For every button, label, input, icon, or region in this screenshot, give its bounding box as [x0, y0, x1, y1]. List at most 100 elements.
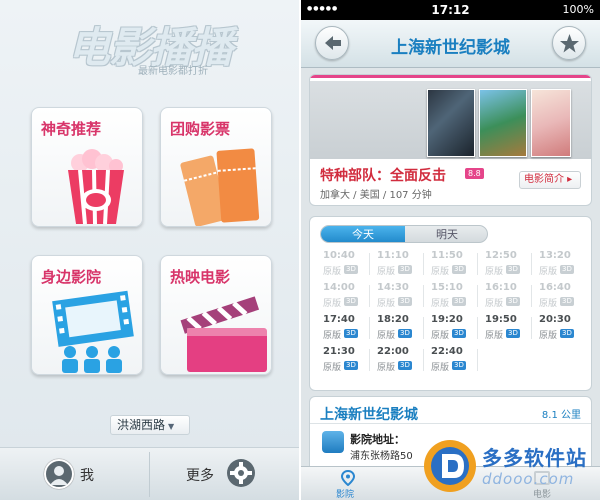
movie-card[interactable]: 特种部队：全面反击 8.8 加拿大 / 美国 / 107 分钟 电影简介 ▸ [309, 74, 592, 206]
showtime-slot: 11:10 原版 3D [370, 249, 424, 279]
showtime-slot[interactable]: 18:20 原版 3D [370, 313, 424, 343]
address-icon [322, 431, 344, 453]
cinema-name: 上海新世纪影城 [320, 407, 418, 423]
showtime-row: 17:40 原版 3D 18:20 原版 3D 19:20 原版 3D 19:50 原版 3D 20:3… [316, 313, 588, 343]
showtime-edition: 原版 [485, 267, 504, 277]
format-badge: 3D [506, 265, 520, 274]
screenshot-root: 电影播播 最新电影都打折 神奇推荐 团购影票 身边影院 热映电影 洪湖西路 ▼ … [0, 0, 600, 500]
showtime-edition: 原版 [377, 331, 396, 341]
showtime-slot: 15:10 原版 3D [424, 281, 478, 311]
movie-poster[interactable] [427, 89, 475, 157]
me-button-label[interactable]: 我 [80, 465, 94, 485]
showtime-slot: 10:40 原版 3D [316, 249, 370, 279]
bar-divider [149, 452, 150, 497]
tile-nearby-cinemas[interactable]: 身边影院 [31, 255, 143, 375]
showtime-edition: 原版 [485, 331, 504, 341]
star-icon [560, 34, 579, 53]
tab-today[interactable]: 今天 [321, 226, 405, 242]
showtime-time: 11:50 [431, 250, 463, 261]
tab-cinema[interactable]: 影院 [336, 487, 354, 500]
gear-icon[interactable] [226, 458, 256, 488]
showtime-slot: 13:20 原版 3D [532, 249, 586, 279]
movie-meta: 加拿大 / 美国 / 107 分钟 [320, 190, 432, 201]
showtime-edition: 原版 [377, 299, 396, 309]
showtime-slot: 12:50 原版 3D [478, 249, 532, 279]
format-badge: 3D [398, 329, 412, 338]
watermark: 多多软件站 ddooo.com [420, 436, 598, 498]
showtime-edition: 原版 [323, 363, 342, 373]
showtime-slot[interactable]: 20:30 原版 3D [532, 313, 586, 343]
showtime-time: 18:20 [377, 314, 409, 325]
showtime-slot[interactable]: 22:00 原版 3D [370, 345, 424, 375]
format-badge: 3D [452, 329, 466, 338]
showtime-time: 22:00 [377, 346, 409, 357]
showtime-slot: 14:00 原版 3D [316, 281, 370, 311]
showtime-slot[interactable]: 19:50 原版 3D [478, 313, 532, 343]
showtime-slot: 11:50 原版 3D [424, 249, 478, 279]
showtime-time: 19:50 [485, 314, 517, 325]
showtime-slot[interactable]: 19:20 原版 3D [424, 313, 478, 343]
format-badge: 3D [560, 265, 574, 274]
showtime-time: 10:40 [323, 250, 355, 261]
location-label: 洪湖西路 [117, 418, 166, 432]
movie-poster[interactable] [531, 89, 571, 157]
watermark-text: 多多软件站 [482, 446, 587, 470]
status-time: 17:12 [431, 3, 470, 17]
location-selector[interactable]: 洪湖西路 ▼ [110, 415, 190, 435]
format-badge: 3D [398, 297, 412, 306]
showtimes-card: 今天 明天 10:40 原版 3D 11:10 原版 3D 11:50 原版 3D 12:50 原版… [309, 216, 592, 391]
showtime-slot[interactable]: 22:40 原版 3D [424, 345, 478, 375]
showtime-time: 15:10 [431, 282, 463, 293]
tile-recommend[interactable]: 神奇推荐 [31, 107, 143, 227]
format-badge: 3D [344, 265, 358, 274]
showtime-slot[interactable]: 17:40 原版 3D [316, 313, 370, 343]
day-tabs: 今天 明天 [320, 225, 488, 243]
showtime-row: 14:00 原版 3D 14:30 原版 3D 15:10 原版 3D 16:10 原版 3D 16:4… [316, 281, 588, 311]
more-button-label[interactable]: 更多 [186, 465, 214, 485]
showtime-edition: 原版 [431, 299, 450, 309]
showtime-row: 21:30 原版 3D 22:00 原版 3D 22:40 原版 3D [316, 345, 588, 375]
format-badge: 3D [344, 329, 358, 338]
showtime-time: 13:20 [539, 250, 571, 261]
app-logo: 电影播播 最新电影都打折 [68, 14, 238, 77]
movie-title: 特种部队：全面反击 [320, 168, 446, 184]
address-value[interactable]: 浦东张杨路50 [350, 447, 413, 462]
card-divider [310, 423, 591, 424]
format-badge: 3D [560, 297, 574, 306]
showtime-slot: 16:40 原版 3D [532, 281, 586, 311]
showtime-row: 10:40 原版 3D 11:10 原版 3D 11:50 原版 3D 12:50 原版 3D 13:2… [316, 249, 588, 279]
avatar-icon[interactable] [44, 459, 74, 489]
tile-group-tickets[interactable]: 团购影票 [160, 107, 272, 227]
nav-bar: 上海新世纪影城 [301, 20, 600, 68]
status-bar: ●●●●● 17:12 100% [301, 0, 600, 20]
format-badge: 3D [452, 361, 466, 370]
format-badge: 3D [506, 329, 520, 338]
caret-down-icon: ▼ [168, 422, 175, 431]
showtime-edition: 原版 [323, 331, 342, 341]
format-badge: 3D [398, 361, 412, 370]
popcorn-icon [68, 149, 124, 225]
tile-hot-movies[interactable]: 热映电影 [160, 255, 272, 375]
showtime-time: 11:10 [377, 250, 409, 261]
slot-divider [477, 349, 478, 371]
showtime-slot: 16:10 原版 3D [478, 281, 532, 311]
showtime-edition: 原版 [431, 363, 450, 373]
cinema-detail-screen: ●●●●● 17:12 100% 上海新世纪影城 特种部队：全面反击 8.8 加… [301, 0, 600, 500]
showtime-slot[interactable]: 21:30 原版 3D [316, 345, 370, 375]
movie-poster[interactable] [479, 89, 527, 157]
watermark-url: ddooo.com [482, 470, 575, 488]
map-pin-icon[interactable] [340, 470, 356, 486]
rating-badge: 8.8 [465, 168, 484, 179]
favorite-button[interactable] [552, 26, 586, 60]
movie-intro-button[interactable]: 电影简介 ▸ [519, 171, 581, 189]
poster-strip [310, 81, 591, 159]
showtime-edition: 原版 [431, 267, 450, 277]
film-strip-audience-icon [52, 290, 134, 373]
format-badge: 3D [344, 297, 358, 306]
tab-tomorrow[interactable]: 明天 [405, 226, 487, 242]
showtime-edition: 原版 [377, 363, 396, 373]
battery-level: 100% [562, 3, 594, 16]
format-badge: 3D [344, 361, 358, 370]
showtime-slot: 14:30 原版 3D [370, 281, 424, 311]
showtime-time: 16:40 [539, 282, 571, 293]
